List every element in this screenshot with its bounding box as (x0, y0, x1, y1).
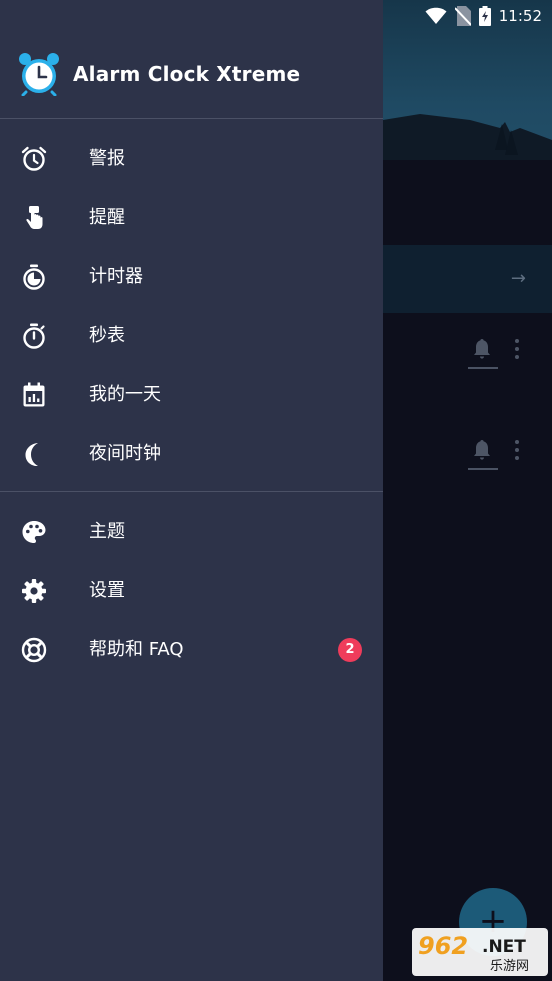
bell-icon[interactable] (470, 438, 494, 462)
drawer-header: Alarm Clock Xtreme (0, 0, 383, 118)
more-options-icon[interactable] (514, 339, 520, 359)
moon-icon (20, 440, 48, 468)
stopwatch-icon (20, 322, 48, 350)
app-logo-alarm-clock-icon (18, 52, 60, 97)
menu-item-alarms[interactable]: 警报 (0, 129, 383, 188)
menu-item-help-faq[interactable]: 帮助和 FAQ 2 (0, 620, 383, 679)
menu-item-reminders[interactable]: 提醒 (0, 188, 383, 247)
arrow-right-icon[interactable]: → (511, 267, 526, 291)
reminder-hand-icon (20, 204, 48, 232)
alarm-row-controls (466, 337, 536, 377)
palette-icon (20, 518, 48, 546)
watermark-logo: 962 .NET 乐游网 (412, 928, 548, 976)
menu-item-label: 夜间时钟 (89, 443, 161, 464)
menu-item-label: 主题 (89, 521, 125, 542)
navigation-drawer: Alarm Clock Xtreme 警报 提醒 计时器 秒表 我的一天 夜间时… (0, 0, 383, 981)
app-title: Alarm Clock Xtreme (73, 62, 301, 86)
menu-item-label: 我的一天 (89, 384, 161, 405)
menu-item-my-day[interactable]: 我的一天 (0, 365, 383, 424)
notification-badge: 2 (338, 638, 362, 662)
menu-item-label: 帮助和 FAQ (89, 639, 184, 660)
no-sim-icon (454, 6, 471, 26)
more-options-icon[interactable] (514, 440, 520, 460)
divider (0, 491, 383, 492)
svg-text:乐游网: 乐游网 (490, 959, 529, 974)
calendar-icon (20, 381, 48, 409)
svg-text:.NET: .NET (482, 937, 526, 957)
menu-item-label: 秒表 (89, 325, 125, 346)
battery-charging-icon (478, 6, 491, 26)
toggle-underline (468, 367, 498, 369)
lifebuoy-icon (20, 636, 48, 664)
menu-item-settings[interactable]: 设置 (0, 561, 383, 620)
timer-icon (20, 263, 48, 291)
menu-item-label: 计时器 (89, 266, 143, 287)
divider (0, 118, 383, 119)
wifi-icon (425, 7, 447, 25)
menu-item-themes[interactable]: 主题 (0, 502, 383, 561)
menu-item-night-clock[interactable]: 夜间时钟 (0, 424, 383, 483)
alarm-row-controls (466, 438, 536, 478)
menu-item-stopwatch[interactable]: 秒表 (0, 306, 383, 365)
menu-item-label: 警报 (89, 148, 125, 169)
status-bar: 11:52 (425, 4, 542, 28)
alarm-icon (20, 145, 48, 173)
menu-item-timer[interactable]: 计时器 (0, 247, 383, 306)
toggle-underline (468, 468, 498, 470)
clock-time: 11:52 (498, 7, 542, 25)
svg-text:962: 962 (418, 932, 468, 960)
bell-icon[interactable] (470, 337, 494, 361)
menu-item-label: 设置 (89, 580, 125, 601)
menu-item-label: 提醒 (89, 207, 125, 228)
gear-icon (20, 577, 48, 605)
